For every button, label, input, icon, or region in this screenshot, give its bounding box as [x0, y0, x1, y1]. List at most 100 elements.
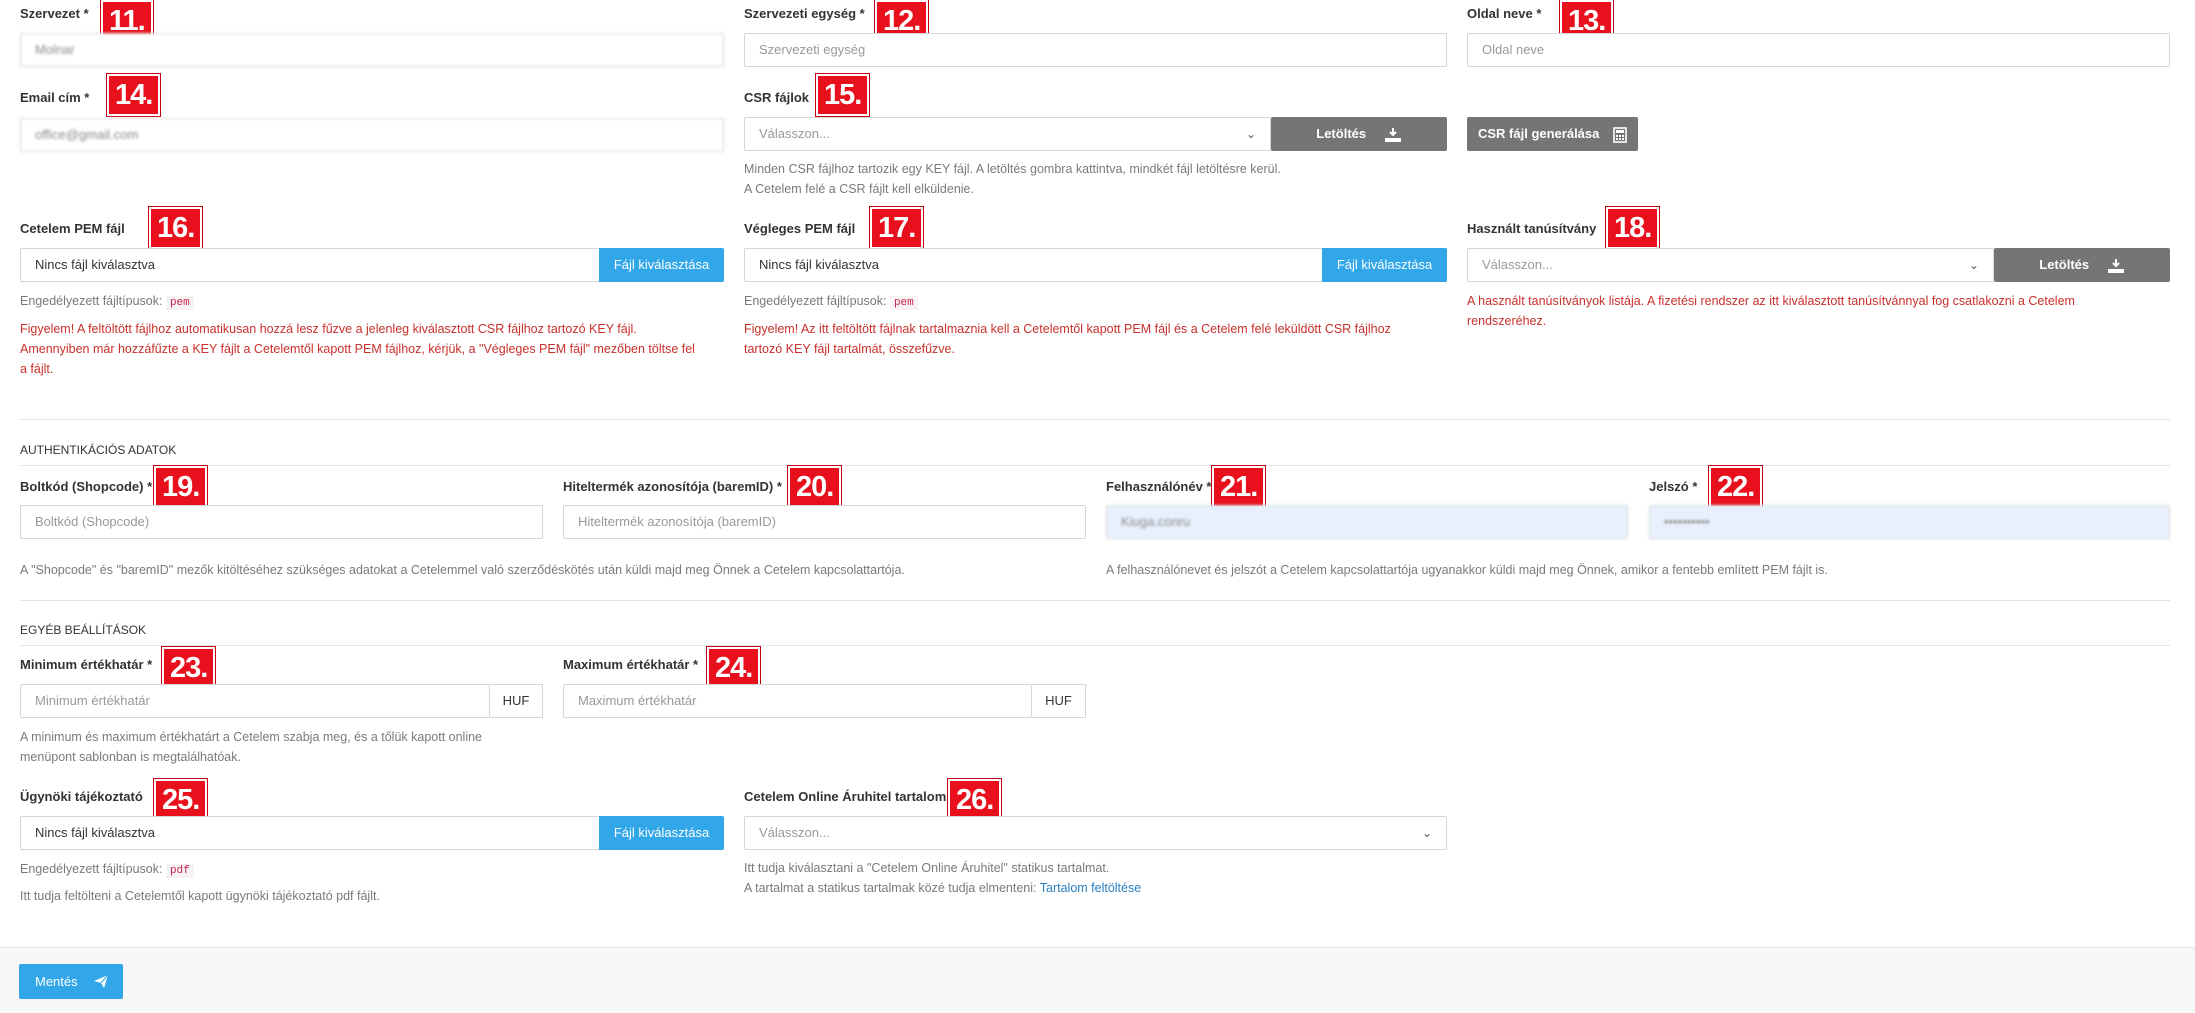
min-input[interactable]: Minimum értékhatár [20, 684, 490, 718]
step-badge: 26. [948, 779, 1002, 821]
divider [20, 465, 2170, 466]
used-cert-warn-2: rendszeréhez. [1467, 314, 1547, 328]
page-name-label: Oldal neve * [1467, 6, 1542, 21]
cetelem-pem-file-input[interactable]: Nincs fájl kiválasztva [20, 248, 600, 282]
step-badge: 16. [149, 207, 203, 249]
cetelem-pem-choose-button[interactable]: Fájl kiválasztása [599, 248, 724, 282]
cetelem-pem-warn-1: Figyelem! A feltöltött fájlhoz automatik… [20, 322, 637, 336]
final-pem-allowed: Engedélyezett fájltípusok: pem [744, 291, 918, 313]
max-label: Maximum értékhatár * [563, 657, 699, 672]
password-label: Jelszó * [1649, 479, 1698, 494]
content-help-2: A tartalmat a statikus tartalmak közé tu… [744, 878, 1141, 898]
csr-help-2: A Cetelem felé a CSR fájlt kell elkülden… [744, 182, 974, 196]
allowed-ext: pem [165, 296, 194, 310]
cetelem-pem-warn-2: Amennyiben már hozzáfűzte a KEY fájlt a … [20, 342, 695, 356]
csr-generate-button[interactable]: CSR fájl generálása [1467, 117, 1638, 151]
content-help-1: Itt tudja kiválasztani a "Cetelem Online… [744, 861, 1110, 875]
divider [20, 419, 2170, 420]
divider [20, 645, 2170, 646]
used-cert-download-label: Letöltés [2039, 257, 2090, 272]
allowed-ext: pem [889, 296, 918, 310]
chevron-down-icon: ⌄ [1245, 127, 1256, 141]
agent-choose-button[interactable]: Fájl kiválasztása [599, 816, 724, 850]
email-label: Email cím * [20, 90, 90, 105]
step-badge: 18. [1606, 207, 1660, 249]
minmax-help-2: menüpont sablonban is megtalálhatóak. [20, 750, 241, 764]
csr-files-select-value: Válasszon... [759, 126, 830, 141]
cetelem-pem-warn-3: a fájlt. [20, 362, 54, 376]
step-badge: 20. [788, 466, 842, 508]
download-icon [2107, 258, 2125, 274]
org-label: Szervezet * [20, 6, 89, 21]
save-button-label: Mentés [35, 974, 78, 989]
final-pem-label: Végleges PEM fájl [744, 221, 856, 236]
auth-help-left: A "Shopcode" és "baremID" mezők kitöltés… [20, 563, 905, 577]
step-badge: 23. [162, 647, 216, 689]
page-name-input[interactable]: Oldal neve [1467, 33, 2170, 67]
final-pem-warn-1: Figyelem! Az itt feltöltött fájlnak tart… [744, 322, 1391, 336]
other-section-title: EGYÉB BEÁLLÍTÁSOK [20, 623, 147, 637]
save-button[interactable]: Mentés [19, 964, 123, 999]
cetelem-pem-label: Cetelem PEM fájl [20, 221, 125, 236]
min-unit: HUF [490, 684, 543, 718]
cetelem-pem-allowed: Engedélyezett fájltípusok: pem [20, 291, 194, 313]
csr-download-label: Letöltés [1316, 126, 1367, 141]
send-icon [93, 974, 109, 989]
csr-download-button[interactable]: Letöltés [1271, 117, 1447, 151]
org-unit-input[interactable]: Szervezeti egység [744, 33, 1447, 67]
content-select[interactable]: Válasszon... ⌄ [744, 816, 1447, 850]
auth-section-title: AUTHENTIKÁCIÓS ADATOK [20, 443, 177, 457]
step-badge: 21. [1212, 466, 1266, 508]
chevron-down-icon: ⌄ [1421, 826, 1432, 840]
allowed-ext: pdf [165, 864, 194, 878]
form-footer [0, 947, 2195, 1013]
content-label: Cetelem Online Áruhitel tartalom [744, 789, 947, 804]
step-badge: 19. [154, 466, 208, 508]
org-unit-label: Szervezeti egység * [744, 6, 865, 21]
csr-generate-label: CSR fájl generálása [1477, 126, 1600, 141]
auth-help-right: A felhasználónevet és jelszót a Cetelem … [1106, 563, 1828, 577]
baremid-input[interactable]: Hiteltermék azonosítója (baremID) [563, 505, 1086, 539]
download-icon [1384, 127, 1402, 143]
final-pem-warn-2: tartozó KEY fájl tartalmát, összefűzve. [744, 342, 955, 356]
agent-label: Ügynöki tájékoztató [20, 789, 143, 804]
agent-help: Itt tudja feltölteni a Cetelemtől kapott… [20, 889, 380, 903]
step-badge: 17. [870, 207, 924, 249]
used-cert-label: Használt tanúsítvány [1467, 221, 1597, 236]
org-input[interactable]: Molnar [20, 33, 724, 67]
used-cert-select[interactable]: Válasszon... ⌄ [1467, 248, 1994, 282]
used-cert-select-value: Válasszon... [1482, 257, 1553, 272]
email-input[interactable]: office@gmail.com [20, 118, 724, 152]
used-cert-warn-1: A használt tanúsítványok listája. A fize… [1467, 294, 2075, 308]
calculator-icon [1613, 126, 1627, 143]
min-label: Minimum értékhatár * [20, 657, 153, 672]
allowed-types-label: Engedélyezett fájltípusok: [20, 862, 163, 876]
csr-files-label: CSR fájlok [744, 90, 810, 105]
csr-help-1: Minden CSR fájlhoz tartozik egy KEY fájl… [744, 162, 1281, 176]
username-input[interactable]: Kiuga.conru [1106, 505, 1628, 539]
final-pem-choose-button[interactable]: Fájl kiválasztása [1322, 248, 1447, 282]
chevron-down-icon: ⌄ [1968, 258, 1979, 272]
baremid-label: Hiteltermék azonosítója (baremID) * [563, 479, 782, 494]
final-pem-file-input[interactable]: Nincs fájl kiválasztva [744, 248, 1323, 282]
minmax-help-1: A minimum és maximum értékhatárt a Cetel… [20, 730, 483, 744]
username-label: Felhasználónév * [1106, 479, 1212, 494]
csr-files-select[interactable]: Válasszon... ⌄ [744, 117, 1271, 151]
divider [20, 600, 2170, 601]
shopcode-label: Boltkód (Shopcode) * [20, 479, 153, 494]
agent-allowed: Engedélyezett fájltípusok: pdf [20, 859, 194, 881]
agent-file-input[interactable]: Nincs fájl kiválasztva [20, 816, 600, 850]
password-input[interactable]: •••••••••• [1649, 505, 2170, 539]
used-cert-download-button[interactable]: Letöltés [1994, 248, 2170, 282]
max-unit: HUF [1032, 684, 1086, 718]
step-badge: 24. [707, 647, 761, 689]
allowed-types-label: Engedélyezett fájltípusok: [20, 294, 163, 308]
shopcode-input[interactable]: Boltkód (Shopcode) [20, 505, 543, 539]
step-badge: 15. [816, 74, 870, 116]
content-upload-link[interactable]: Tartalom feltöltése [1040, 881, 1141, 895]
step-badge: 25. [154, 779, 208, 821]
content-select-value: Válasszon... [759, 825, 830, 840]
allowed-types-label: Engedélyezett fájltípusok: [744, 294, 887, 308]
content-help-2-text: A tartalmat a statikus tartalmak közé tu… [744, 881, 1037, 895]
max-input[interactable]: Maximum értékhatár [563, 684, 1032, 718]
